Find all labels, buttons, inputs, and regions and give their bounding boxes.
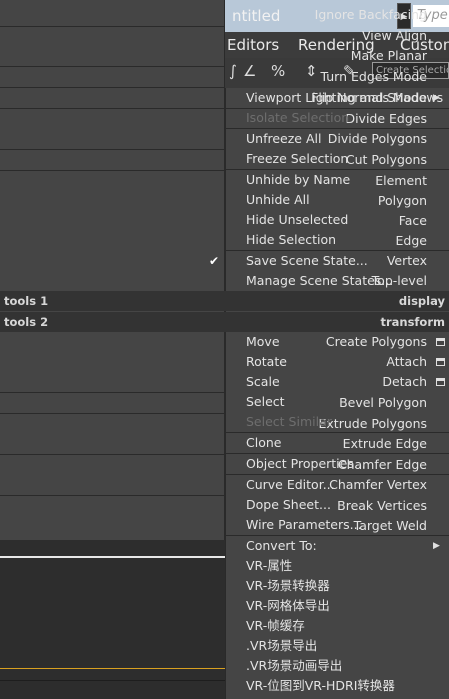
quad-header-top: tools 1 display	[0, 291, 449, 311]
menu-item-vr-scene-export[interactable]: .VR场景导出	[246, 636, 317, 656]
menu-item-hide-selection[interactable]: Hide Selection	[246, 230, 336, 250]
menu-item-unhide-by-name[interactable]: Unhide by Name	[246, 170, 350, 190]
viewport-grid-line	[0, 668, 225, 669]
percent-snap-icon[interactable]: %	[271, 62, 285, 80]
quad-title-tools-1: tools 1	[4, 294, 49, 308]
menu-item-divide-edges[interactable]: Divide Edges	[345, 109, 427, 129]
quad-title-display: display	[398, 294, 445, 308]
settings-box-icon[interactable]	[436, 378, 445, 386]
checkmark-icon: ✔	[209, 254, 220, 268]
menu-item-unfreeze-all[interactable]: Unfreeze All	[246, 129, 321, 149]
separator	[0, 413, 225, 414]
settings-box-icon[interactable]	[436, 358, 445, 366]
menu-item-wire-parameters[interactable]: Wire Parameters...	[246, 515, 362, 535]
separator	[0, 454, 225, 455]
menu-item-edge[interactable]: Edge	[396, 231, 427, 251]
quad-title-tools-2: tools 2	[4, 315, 49, 329]
settings-box-icon[interactable]	[436, 338, 445, 346]
quad-header-bottom: tools 2 transform	[0, 312, 449, 332]
separator	[0, 495, 225, 496]
quad-title-transform: transform	[380, 315, 445, 329]
menu-item-object-properties[interactable]: Object Properties...	[246, 454, 366, 474]
menu-item-vr-properties[interactable]: VR-属性	[246, 556, 292, 576]
submenu-arrow-icon: ▶	[433, 93, 440, 103]
menu-item-unhide-all[interactable]: Unhide All	[246, 190, 310, 210]
menu-item-turn-edges-mode[interactable]: Turn Edges Mode	[321, 67, 427, 87]
menu-item-attach[interactable]: Attach	[386, 352, 427, 372]
menu-item-manage-scene-states[interactable]: Manage Scene States...	[246, 271, 393, 291]
quad-menu-left-panel	[0, 0, 225, 540]
separator	[0, 66, 225, 67]
menu-item-isolate-selection: Isolate Selection	[246, 110, 350, 125]
spinner-snap-icon[interactable]: ⇕	[305, 62, 318, 80]
separator	[0, 108, 225, 109]
menu-item-create-polygons[interactable]: Create Polygons	[326, 332, 427, 352]
menu-item-vr-scene-animation-export[interactable]: .VR场景动画导出	[246, 656, 342, 676]
menu-item-chamfer-vertex[interactable]: Chamfer Vertex	[329, 475, 427, 495]
menu-item-cut-polygons[interactable]: Cut Polygons	[346, 150, 427, 170]
menu-item-scale[interactable]: Scale	[246, 372, 280, 392]
menu-item-curve-editor[interactable]: Curve Editor...	[246, 475, 335, 495]
menu-item-break-vertices[interactable]: Break Vertices	[337, 496, 427, 516]
menu-item-freeze-selection[interactable]: Freeze Selection	[246, 149, 348, 169]
separator	[0, 26, 225, 27]
menu-editors[interactable]: Editors	[227, 36, 279, 54]
menu-item-element[interactable]: Element	[375, 171, 427, 191]
menu-item-face[interactable]: Face	[399, 211, 427, 231]
menu-item-extrude-polygons[interactable]: Extrude Polygons	[319, 414, 427, 434]
menu-item-vertex[interactable]: Vertex	[387, 251, 427, 271]
menu-item-detach[interactable]: Detach	[382, 372, 427, 392]
menu-item-polygon[interactable]: Polygon	[378, 191, 427, 211]
menu-item-vr-scene-converter[interactable]: VR-场景转换器	[246, 576, 330, 596]
menu-item-target-weld[interactable]: Target Weld	[354, 516, 427, 536]
menu-item-vr-bitmap-to-hdri-converter[interactable]: VR-位图到VR-HDRI转换器	[246, 676, 395, 696]
menu-item-save-scene-state[interactable]: Save Scene State...	[246, 251, 368, 271]
menu-item-vr-mesh-export[interactable]: VR-网格体导出	[246, 596, 330, 616]
separator	[0, 392, 225, 393]
angle-snap-icon[interactable]: ∠	[243, 62, 256, 80]
bend-tool-icon[interactable]: ∫	[229, 62, 237, 80]
menu-item-ignore-backfacing[interactable]: Ignore Backfacing	[315, 5, 427, 25]
viewport-grid-line	[0, 556, 225, 558]
separator	[0, 87, 225, 88]
viewport-grid-line	[0, 680, 225, 681]
submenu-arrow-icon: ▶	[433, 541, 440, 551]
menu-item-bevel-polygon[interactable]: Bevel Polygon	[339, 393, 427, 413]
separator	[0, 170, 225, 171]
menu-item-hide-unselected[interactable]: Hide Unselected	[246, 210, 348, 230]
menu-item-view-align[interactable]: View Align	[362, 26, 427, 46]
app-window: ntitled ▶ Type Editors Rendering Custon …	[0, 0, 449, 699]
menu-item-select-similar: Select Similar	[246, 414, 332, 429]
menu-item-viewport-lighting-and-shadows[interactable]: Viewport Lighting and Shadows	[246, 88, 443, 108]
menu-item-make-planar[interactable]: Make Planar	[351, 46, 427, 66]
window-title: ntitled	[232, 7, 281, 25]
menu-item-rotate[interactable]: Rotate	[246, 352, 287, 372]
menu-item-vr-frame-buffer[interactable]: VR-帧缓存	[246, 616, 305, 636]
separator	[0, 149, 225, 150]
menu-item-move[interactable]: Move	[246, 332, 280, 352]
menu-item-convert-to[interactable]: Convert To:	[246, 536, 317, 556]
menu-item-clone[interactable]: Clone	[246, 433, 281, 453]
menu-item-dope-sheet[interactable]: Dope Sheet...	[246, 495, 331, 515]
menu-item-select[interactable]: Select	[246, 392, 285, 412]
menu-item-divide-polygons[interactable]: Divide Polygons	[328, 129, 427, 149]
menu-item-extrude-edge[interactable]: Extrude Edge	[343, 434, 427, 454]
